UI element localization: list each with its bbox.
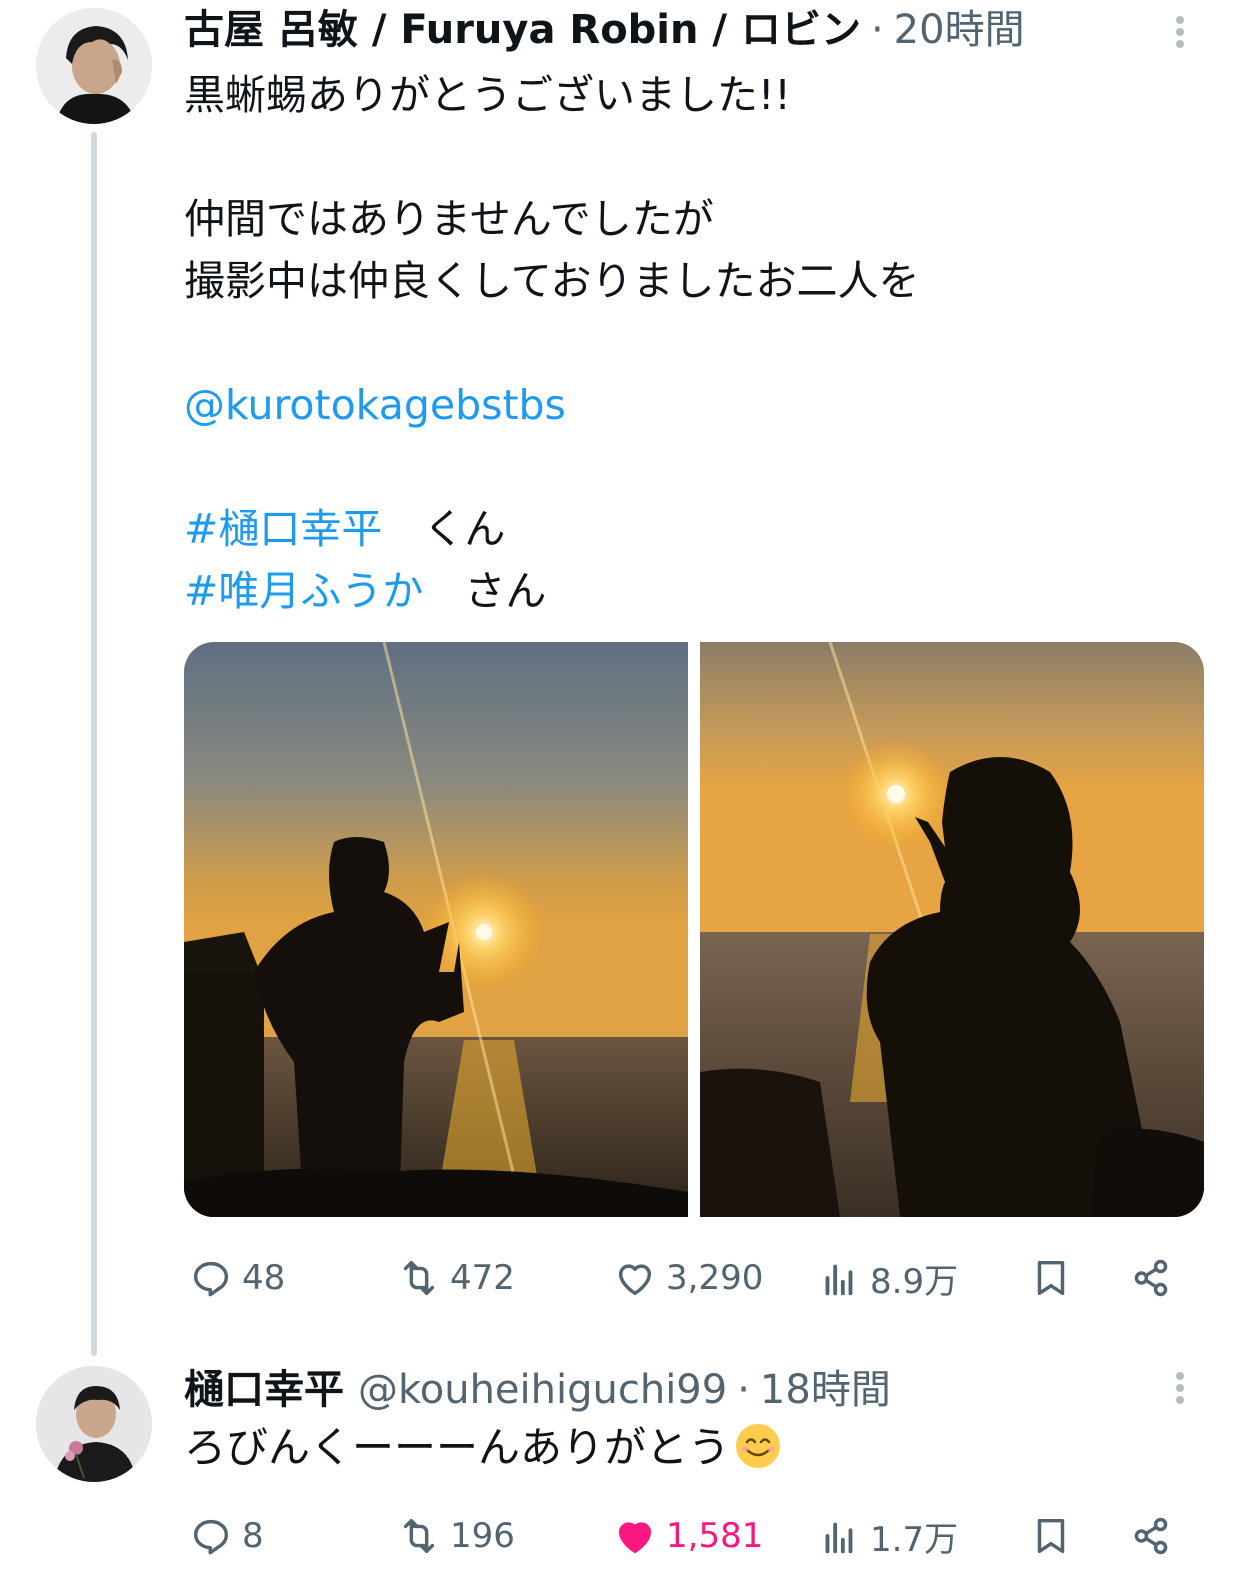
reply-icon	[193, 1519, 229, 1555]
action-bar: 8 196 1,581 1.7万	[184, 1508, 1194, 1564]
more-options-icon[interactable]	[1168, 1368, 1192, 1408]
share-icon	[1134, 1517, 1168, 1555]
tweet-text: 黒蜥蜴ありがとうございました!! 仲間ではありませんでしたが 撮影中は仲良くして…	[184, 64, 1194, 622]
display-name[interactable]: 古屋 呂敏 / Furuya Robin / ロビン	[184, 0, 861, 60]
retweet-icon	[403, 1260, 435, 1296]
views-button[interactable]: 1.7万	[816, 1508, 958, 1564]
user-handle[interactable]: @kouheihiguchi99	[358, 1360, 727, 1420]
tweet-text: ろびんくーーーんありがとう	[184, 1418, 782, 1478]
tweet-kouhei-higuchi[interactable]: 樋口幸平 @kouheihiguchi99 · 18時間 ろびんくーーーんありが…	[0, 1360, 1244, 1593]
tweet-header: 樋口幸平 @kouheihiguchi99 · 18時間	[184, 1360, 891, 1420]
text-line: 黒蜥蜴ありがとうございました!!	[184, 71, 791, 119]
avatar[interactable]	[36, 8, 152, 124]
views-bar-icon	[825, 1264, 853, 1296]
reply-button[interactable]: 8	[188, 1508, 264, 1564]
like-count: 1,581	[666, 1516, 764, 1556]
share-button[interactable]	[1128, 1508, 1174, 1564]
avatar[interactable]	[36, 1366, 152, 1482]
bookmark-button[interactable]	[1028, 1250, 1074, 1306]
like-count: 3,290	[666, 1258, 764, 1298]
text-suffix: くん	[382, 505, 506, 553]
separator-dot: ·	[870, 7, 884, 53]
hashtag-link[interactable]: #樋口幸平	[184, 505, 382, 553]
smiling-face-emoji	[736, 1424, 781, 1468]
tweet-furuya-robin[interactable]: 古屋 呂敏 / Furuya Robin / ロビン · 20時間 黒蜥蜴ありが…	[0, 0, 1244, 1360]
action-bar: 48 472 3,290 8.9万	[184, 1250, 1194, 1306]
share-icon	[1134, 1259, 1168, 1297]
retweet-icon	[403, 1518, 435, 1554]
photo-sunset-silhouette-woman[interactable]	[700, 642, 1204, 1217]
text-line: 仲間ではありませんでしたが	[184, 195, 714, 243]
tweet-header: 古屋 呂敏 / Furuya Robin / ロビン · 20時間	[184, 0, 1025, 60]
thread-line	[91, 132, 97, 1356]
timestamp[interactable]: 20時間	[894, 0, 1025, 60]
retweet-count: 472	[450, 1258, 515, 1298]
view-count: 8.9万	[870, 1261, 959, 1302]
reply-button[interactable]: 48	[188, 1250, 285, 1306]
bookmark-icon	[1037, 1518, 1065, 1554]
media-grid	[184, 642, 1204, 1217]
text-line: ろびんくーーーんありがとう	[184, 1423, 731, 1472]
bookmark-button[interactable]	[1028, 1508, 1074, 1564]
reply-icon	[193, 1261, 229, 1297]
view-count: 1.7万	[870, 1519, 959, 1560]
bookmark-icon	[1037, 1260, 1065, 1296]
share-button[interactable]	[1128, 1250, 1174, 1306]
retweet-button[interactable]: 196	[396, 1508, 515, 1564]
mention-link[interactable]: @kurotokagebstbs	[184, 381, 566, 429]
retweet-count: 196	[450, 1516, 515, 1556]
hashtag-link[interactable]: #唯月ふうか	[184, 567, 423, 615]
views-bar-icon	[825, 1522, 853, 1554]
reply-count: 48	[242, 1258, 286, 1298]
retweet-button[interactable]: 472	[396, 1250, 515, 1306]
separator-dot: ·	[737, 1367, 750, 1413]
photo-sunset-silhouette-man[interactable]	[184, 642, 688, 1217]
views-button[interactable]: 8.9万	[816, 1250, 958, 1306]
like-button[interactable]: 3,290	[612, 1250, 763, 1306]
timestamp[interactable]: 18時間	[760, 1360, 891, 1420]
text-suffix: さん	[423, 567, 547, 615]
more-options-icon[interactable]	[1168, 12, 1192, 52]
heart-outline-icon	[618, 1264, 652, 1296]
display-name[interactable]: 樋口幸平	[184, 1360, 344, 1420]
like-button[interactable]: 1,581	[612, 1508, 763, 1564]
reply-count: 8	[242, 1516, 264, 1556]
heart-filled-icon	[618, 1522, 652, 1554]
text-line: 撮影中は仲良くしておりましたお二人を	[184, 257, 920, 305]
